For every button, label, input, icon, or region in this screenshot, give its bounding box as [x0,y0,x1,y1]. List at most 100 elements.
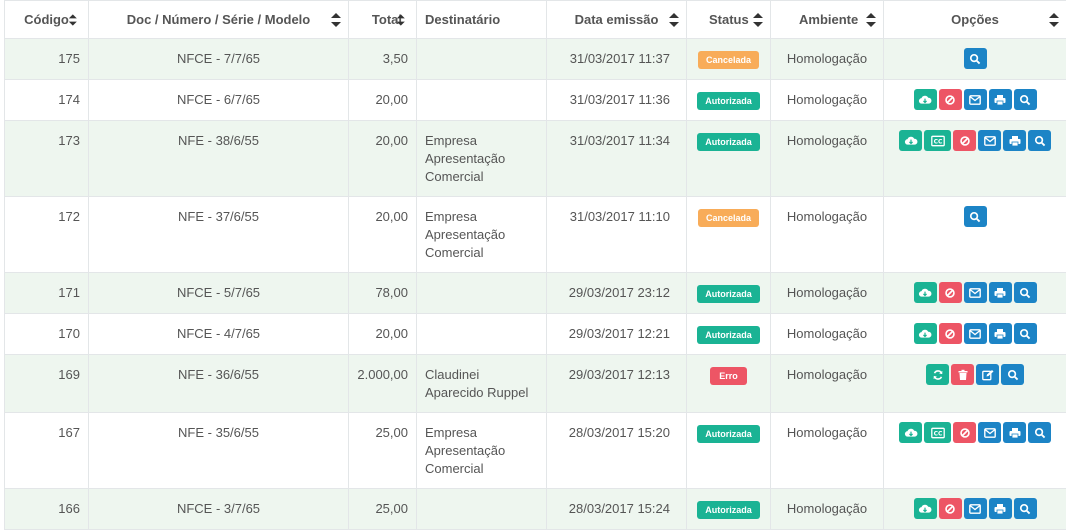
col-header-ambiente-label: Ambiente [799,12,858,27]
table-row: 175NFCE - 7/7/653,5031/03/2017 11:37Canc… [5,39,1066,80]
download-button[interactable] [914,498,937,519]
col-header-codigo[interactable]: Código [5,1,89,39]
view-button[interactable] [1014,89,1037,110]
col-header-codigo-label: Código [24,12,69,27]
col-header-status[interactable]: Status [687,1,771,39]
sort-icon [753,13,763,27]
sort-icon [669,13,679,27]
col-header-data[interactable]: Data emissão [547,1,687,39]
cell-ambiente: Homologação [771,413,884,489]
cell-data-emissao: 29/03/2017 12:21 [547,314,687,355]
view-button[interactable] [964,48,987,69]
cell-doc: NFCE - 4/7/65 [89,314,349,355]
download-button[interactable] [914,282,937,303]
sort-icon [1049,13,1059,27]
cell-doc: NFCE - 6/7/65 [89,80,349,121]
cell-opcoes [884,314,1066,355]
cell-destinatario [417,39,547,80]
download-button[interactable] [899,130,922,151]
cell-status: Autorizada [687,121,771,197]
email-button[interactable] [964,282,987,303]
cell-total: 20,00 [349,314,417,355]
col-header-doc[interactable]: Doc / Número / Série / Modelo [89,1,349,39]
status-badge: Autorizada [697,326,760,344]
print-button[interactable] [1003,130,1026,151]
view-button[interactable] [1014,498,1037,519]
print-button[interactable] [989,323,1012,344]
col-header-doc-label: Doc / Número / Série / Modelo [127,12,310,27]
email-button[interactable] [964,89,987,110]
status-badge: Erro [710,367,747,385]
status-badge: Cancelada [698,209,759,227]
cell-data-emissao: 28/03/2017 15:24 [547,489,687,530]
cell-codigo: 173 [5,121,89,197]
delete-button[interactable] [951,364,974,385]
retry-button[interactable] [926,364,949,385]
table-row: 174NFCE - 6/7/6520,0031/03/2017 11:36Aut… [5,80,1066,121]
col-header-destinatario-label: Destinatário [425,12,500,27]
table-row: 167NFE - 35/6/5525,00Empresa Apresentaçã… [5,413,1066,489]
col-header-opcoes[interactable]: Opções [884,1,1066,39]
cell-total: 20,00 [349,197,417,273]
print-button[interactable] [989,282,1012,303]
view-button[interactable] [1014,323,1037,344]
col-header-ambiente[interactable]: Ambiente [771,1,884,39]
view-button[interactable] [1028,422,1051,443]
table-row: 166NFCE - 3/7/6525,0028/03/2017 15:24Aut… [5,489,1066,530]
status-badge: Autorizada [697,425,760,443]
cell-status: Cancelada [687,39,771,80]
col-header-data-label: Data emissão [575,12,659,27]
cell-ambiente: Homologação [771,314,884,355]
download-button[interactable] [914,89,937,110]
status-badge: Autorizada [697,501,760,519]
cell-status: Erro [687,355,771,413]
view-button[interactable] [1014,282,1037,303]
cell-doc: NFE - 38/6/55 [89,121,349,197]
cell-ambiente: Homologação [771,489,884,530]
cancel-button[interactable] [939,282,962,303]
cell-ambiente: Homologação [771,355,884,413]
cell-total: 2.000,00 [349,355,417,413]
notas-table: Código Doc / Número / Série / Modelo Tot… [4,0,1066,530]
cell-doc: NFCE - 7/7/65 [89,39,349,80]
print-button[interactable] [989,89,1012,110]
print-button[interactable] [989,498,1012,519]
cell-codigo: 169 [5,355,89,413]
cell-codigo: 166 [5,489,89,530]
download-button[interactable] [914,323,937,344]
cell-destinatario [417,273,547,314]
cell-destinatario: Claudinei Aparecido Ruppel [417,355,547,413]
cell-ambiente: Homologação [771,80,884,121]
cancel-button[interactable] [939,89,962,110]
cancel-button[interactable] [953,422,976,443]
edit-button[interactable] [976,364,999,385]
view-button[interactable] [1028,130,1051,151]
email-button[interactable] [964,498,987,519]
cell-codigo: 167 [5,413,89,489]
email-button[interactable] [978,130,1001,151]
cell-opcoes [884,39,1066,80]
download-button[interactable] [899,422,922,443]
cancel-button[interactable] [953,130,976,151]
cce-button[interactable]: CC [924,130,951,151]
col-header-total[interactable]: Total [349,1,417,39]
cce-button[interactable]: CC [924,422,951,443]
cancel-button[interactable] [939,498,962,519]
cell-destinatario: Empresa Apresentação Comercial [417,197,547,273]
email-button[interactable] [978,422,1001,443]
cell-total: 3,50 [349,39,417,80]
sort-icon [331,13,341,27]
cell-doc: NFE - 37/6/55 [89,197,349,273]
cell-destinatario [417,80,547,121]
table-body: 175NFCE - 7/7/653,5031/03/2017 11:37Canc… [5,39,1066,530]
cancel-button[interactable] [939,323,962,344]
view-button[interactable] [1001,364,1024,385]
cell-ambiente: Homologação [771,197,884,273]
table-header-row: Código Doc / Número / Série / Modelo Tot… [5,1,1066,39]
view-button[interactable] [964,206,987,227]
print-button[interactable] [1003,422,1026,443]
cell-doc: NFCE - 5/7/65 [89,273,349,314]
email-button[interactable] [964,323,987,344]
status-badge: Autorizada [697,133,760,151]
cell-status: Autorizada [687,314,771,355]
